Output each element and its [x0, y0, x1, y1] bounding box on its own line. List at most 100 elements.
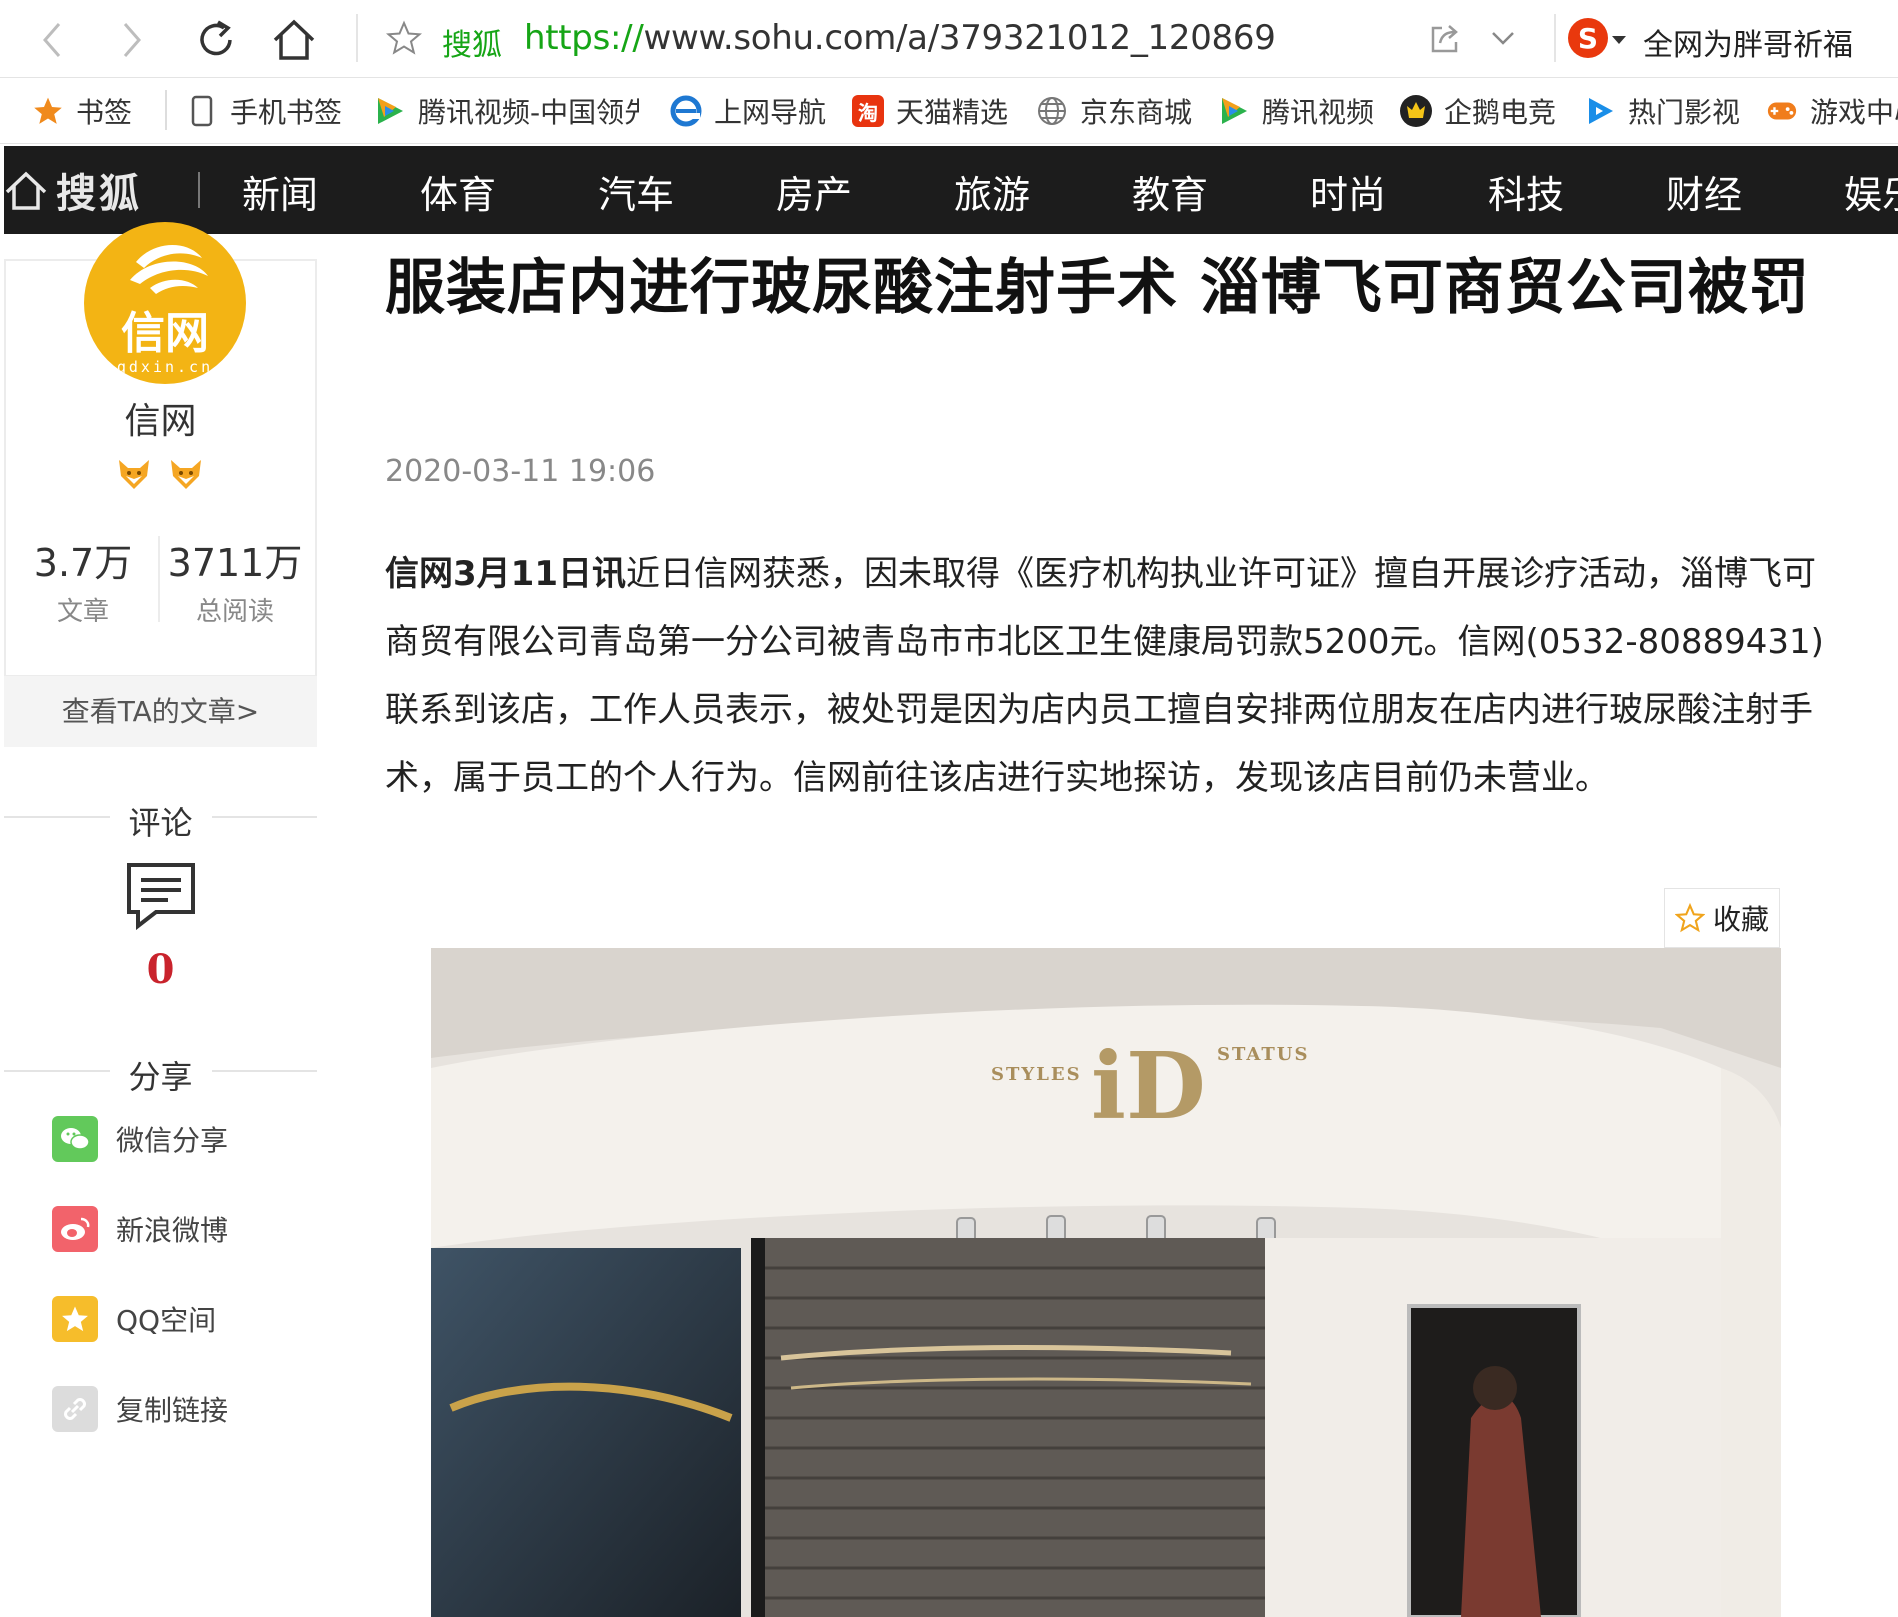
bookmark-label: 腾讯视频 [1262, 96, 1375, 129]
favorite-button[interactable]: 收藏 [1664, 888, 1780, 948]
bookmark-item-web-nav[interactable]: 上网导航 [670, 93, 826, 129]
bookmark-item-mobile[interactable]: 手机书签 [186, 93, 342, 129]
nav-item-entertainment[interactable]: 娱乐 [1844, 164, 1898, 219]
link-icon [52, 1386, 98, 1432]
share-wechat-button[interactable]: 微信分享 [52, 1116, 228, 1162]
address-bar[interactable]: https://www.sohu.com/a/379321012_120869 [524, 18, 1276, 58]
nav-item-auto[interactable]: 汽车 [598, 164, 674, 219]
svg-text:STATUS: STATUS [1217, 1044, 1309, 1065]
ie-icon [670, 95, 702, 127]
nav-item-tech[interactable]: 科技 [1488, 164, 1564, 219]
home-button[interactable] [268, 14, 320, 66]
bookmark-item-bookmarks[interactable]: 书签 [32, 93, 132, 129]
phone-icon [186, 95, 218, 127]
author-avatar[interactable]: 信网 qdxin.cn [84, 222, 246, 384]
forward-button[interactable] [106, 14, 158, 66]
bookmark-star-icon[interactable] [385, 20, 423, 60]
toolbar-separator [1554, 14, 1556, 62]
share-qzone-button[interactable]: QQ空间 [52, 1296, 216, 1342]
nav-separator [198, 172, 200, 208]
bookmark-label: 手机书签 [230, 96, 343, 129]
reads-count: 3711万 [167, 541, 303, 585]
svg-text:信网: 信网 [121, 308, 209, 359]
weibo-icon [52, 1206, 98, 1252]
share-label: 微信分享 [116, 1124, 229, 1157]
bookmark-label: 热门影视 [1628, 96, 1741, 129]
comments-title: 评论 [128, 804, 193, 842]
share-title: 分享 [128, 1058, 193, 1096]
share-label: 复制链接 [116, 1394, 229, 1427]
nav-item-travel[interactable]: 旅游 [954, 164, 1030, 219]
stat-articles: 3.7万 文章 [8, 532, 158, 628]
bookmarks-separator [165, 90, 167, 130]
star-icon [32, 95, 64, 127]
favorite-label: 收藏 [1712, 903, 1769, 936]
nav-item-news[interactable]: 新闻 [242, 164, 318, 219]
bookmark-label: 企鹅电竞 [1444, 96, 1557, 129]
article-date: 2020-03-11 19:06 [385, 454, 656, 489]
fox-badge-icon [116, 456, 152, 492]
share-page-icon[interactable] [1428, 22, 1462, 60]
back-arrow-icon [43, 23, 61, 57]
bookmark-label: 腾讯视频-中国领先 [418, 96, 639, 129]
reload-icon [200, 20, 232, 56]
tencent-video-icon [1218, 95, 1250, 127]
home-icon [273, 19, 315, 60]
nav-item-finance[interactable]: 财经 [1666, 164, 1742, 219]
article-body: 信网3月11日讯近日信网获悉，因未取得《医疗机构执业许可证》擅自开展诊疗活动，淄… [385, 540, 1825, 812]
search-engine-dropdown-icon[interactable] [1612, 36, 1626, 44]
nav-item-education[interactable]: 教育 [1132, 164, 1208, 219]
view-author-articles-link[interactable]: 查看TA的文章> [4, 675, 317, 747]
svg-text:iD: iD [1091, 1032, 1206, 1140]
nav-item-house[interactable]: 房产 [776, 164, 852, 219]
share-weibo-button[interactable]: 新浪微博 [52, 1206, 228, 1252]
sohu-home-link[interactable]: 搜狐 [4, 164, 142, 217]
star-outline-icon [1674, 903, 1705, 933]
share-label: QQ空间 [116, 1304, 217, 1337]
chevron-down-icon[interactable] [1490, 28, 1516, 52]
taobao-icon: 淘 [852, 95, 884, 127]
comment-count[interactable]: 0 [4, 946, 317, 993]
storefront-photo: STYLES iD STATUS [431, 948, 1781, 1617]
bookmark-item-tmall[interactable]: 淘 天猫精选 [852, 93, 1008, 129]
bookmark-item-jd[interactable]: 京东商城 [1036, 93, 1192, 129]
play-icon [1584, 95, 1616, 127]
gamepad-icon [1766, 95, 1798, 127]
forward-arrow-icon [123, 23, 141, 57]
bookmark-item-esports[interactable]: 企鹅电竞 [1400, 93, 1556, 129]
comment-icon[interactable] [126, 862, 196, 934]
fox-badge-icon [168, 456, 204, 492]
sogou-search-icon[interactable]: S [1568, 18, 1608, 58]
back-button[interactable] [26, 14, 78, 66]
sohu-logo-text: 搜狐 [56, 170, 142, 217]
nav-item-fashion[interactable]: 时尚 [1310, 164, 1386, 219]
browser-toolbar: 搜狐 https://www.sohu.com/a/379321012_1208… [0, 0, 1898, 78]
url-path: www.sohu.com/a/379321012_120869 [643, 18, 1276, 58]
stat-reads: 3711万 总阅读 [160, 532, 310, 628]
bookmark-label: 天猫精选 [896, 96, 1009, 129]
bookmark-label: 上网导航 [714, 96, 827, 129]
bookmark-item-tencent-video-home[interactable]: 腾讯视频-中国领先 [374, 93, 639, 129]
qzone-icon [52, 1296, 98, 1342]
reads-label: 总阅读 [195, 597, 274, 627]
bookmark-item-game-center[interactable]: 游戏中心 [1766, 93, 1898, 129]
reload-button[interactable] [190, 14, 242, 66]
bookmark-label: 书签 [76, 96, 133, 129]
author-name[interactable]: 信网 [4, 392, 317, 444]
bookmark-label: 京东商城 [1080, 96, 1193, 129]
copy-link-button[interactable]: 复制链接 [52, 1386, 228, 1432]
article-photo: STYLES iD STATUS [431, 948, 1781, 1617]
tencent-video-icon [374, 95, 406, 127]
article-title: 服装店内进行玻尿酸注射手术 淄博飞可商贸公司被罚 [385, 253, 1810, 323]
bookmarks-bar: 书签 手机书签 腾讯视频-中国领先 上网导航 淘 天猫精选 京东商城 腾讯视频 [0, 78, 1898, 144]
bookmark-item-tencent-video[interactable]: 腾讯视频 [1218, 93, 1374, 129]
nav-item-sports[interactable]: 体育 [420, 164, 496, 219]
xinwang-logo-icon: 信网 qdxin.cn [117, 244, 210, 376]
bookmark-item-hot-movies[interactable]: 热门影视 [1584, 93, 1740, 129]
articles-label: 文章 [56, 597, 109, 627]
search-hint-text[interactable]: 全网为胖哥祈福 [1643, 20, 1853, 64]
url-protocol: https:// [524, 18, 644, 58]
home-icon [5, 171, 47, 210]
share-label: 新浪微博 [116, 1214, 229, 1247]
sohu-channel-nav: 搜狐 新闻 体育 汽车 房产 旅游 教育 时尚 科技 财经 娱乐 [4, 146, 1898, 234]
